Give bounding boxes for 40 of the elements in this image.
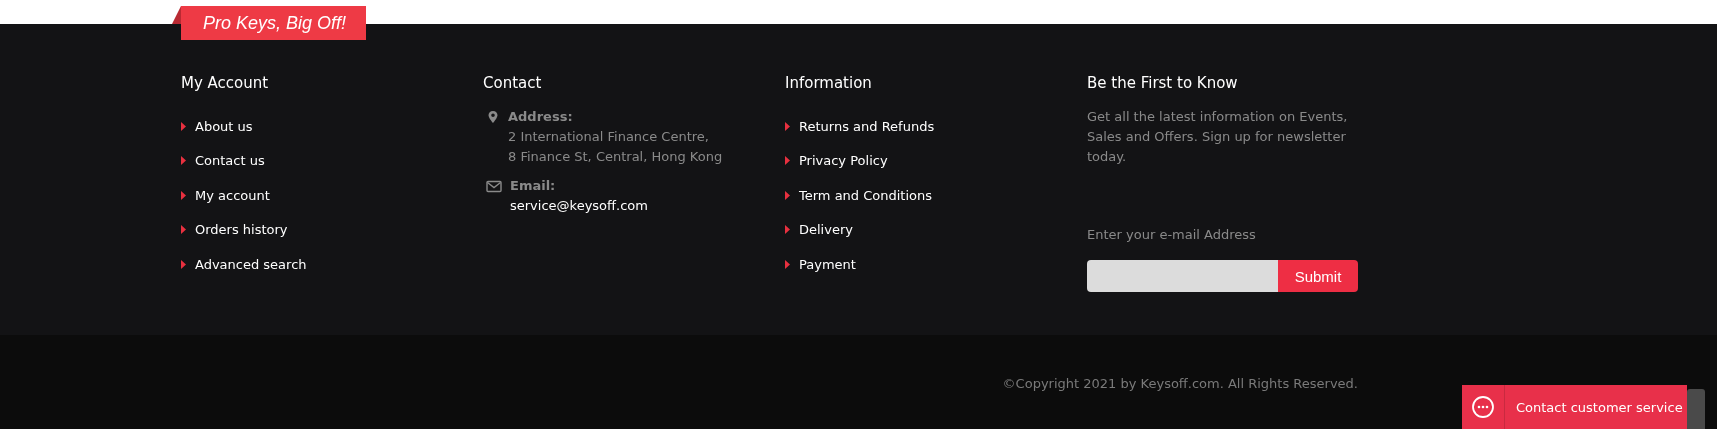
email-field[interactable] (1087, 260, 1278, 292)
footer-link[interactable]: Advanced search (195, 256, 307, 272)
newsletter-text: Get all the latest information on Events, Sales and Offers. Sign up for newsletter today. (1087, 108, 1349, 166)
footer-link[interactable]: Contact us (195, 153, 265, 169)
caret-icon (785, 190, 790, 200)
contact-text: service@keysoff.com (510, 197, 648, 215)
caret-icon (785, 225, 790, 235)
contact-label: Email: (510, 177, 557, 195)
field-label: Enter your e-mail Address (1087, 227, 1257, 242)
caret-icon (181, 121, 186, 131)
caret-icon (785, 121, 790, 131)
contact-service-button[interactable]: Contact customer service (1462, 385, 1687, 429)
caret-icon (785, 156, 790, 166)
footer-link[interactable]: My account (195, 187, 270, 203)
caret-icon (181, 225, 186, 235)
footer-link[interactable]: Returns and Refunds (799, 118, 935, 134)
envelope-icon (486, 179, 502, 193)
location-pin-icon (486, 110, 500, 124)
column-heading: Be the First to Know (1087, 74, 1239, 94)
submit-button[interactable]: Submit (1278, 260, 1358, 292)
footer-link[interactable]: Orders history (195, 222, 288, 238)
chat-bubble-icon (1471, 395, 1495, 419)
caret-icon (785, 259, 790, 269)
promo-tag: Pro Keys, Big Off! (181, 6, 367, 40)
footer-link[interactable]: Term and Conditions (799, 187, 933, 203)
footer-link[interactable]: Payment (799, 256, 856, 272)
copyright-text: ©Copyright 2021 by Keysoff.com. All Rights Reserved. (1002, 376, 1358, 391)
column-heading: Information (785, 74, 873, 94)
scroll-tab[interactable] (1687, 389, 1705, 429)
caret-icon (181, 190, 186, 200)
contact-text: 2 International Finance Centre, (508, 128, 710, 146)
contact-text: 8 Finance St, Central, Hong Kong (508, 148, 723, 166)
footer-link[interactable]: Delivery (799, 222, 853, 238)
column-heading: Contact (483, 74, 543, 94)
footer-link[interactable]: Privacy Policy (799, 153, 888, 169)
footer-link[interactable]: About us (195, 118, 253, 134)
caret-icon (181, 156, 186, 166)
caret-icon (181, 259, 186, 269)
column-heading: My Account (181, 74, 270, 94)
contact-label: Address: (508, 108, 574, 126)
